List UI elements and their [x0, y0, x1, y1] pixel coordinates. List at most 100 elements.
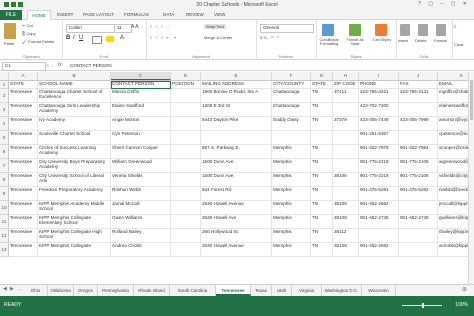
table-cell[interactable]: 38108 — [333, 201, 359, 215]
sheet-nav-next-icon[interactable]: ▶ — [10, 286, 14, 292]
table-cell[interactable]: Roshun Webb — [111, 187, 171, 201]
select-all-corner[interactable] — [0, 72, 9, 80]
table-cell[interactable]: Tennessee — [9, 187, 38, 201]
delete-cells-icon[interactable] — [418, 24, 428, 36]
zoom-level[interactable]: 100% — [455, 302, 468, 308]
row-header[interactable]: 8 — [0, 173, 9, 187]
table-cell[interactable]: 867 S. Parkway E. — [201, 145, 272, 159]
conditional-formatting-icon[interactable] — [322, 24, 334, 36]
table-cell[interactable]: Elaine Swafford — [111, 103, 171, 117]
table-cell[interactable]: Chattanooga — [272, 89, 311, 103]
table-cell[interactable]: 2530 Howell Avenue — [201, 243, 272, 257]
tab-file[interactable]: FILE — [0, 10, 22, 20]
table-cell[interactable] — [333, 159, 359, 173]
table-cell[interactable]: Tennessee — [9, 243, 38, 257]
table-cell[interactable]: KIPP Memphis Academy Middle School — [38, 201, 111, 215]
header-cell[interactable]: EMAIL — [438, 81, 468, 89]
sheet-tab[interactable]: Ohio — [24, 285, 48, 296]
table-cell[interactable]: 423-305-7999 — [399, 117, 438, 131]
table-cell[interactable] — [171, 159, 201, 173]
column-header[interactable]: D — [171, 72, 201, 80]
font-size-select[interactable]: 11 — [114, 24, 132, 33]
table-cell[interactable]: Veneta Shields — [111, 173, 171, 187]
table-cell[interactable]: 901-375-5281 — [359, 187, 399, 201]
table-cell[interactable]: Circles of Success Learning Academy — [38, 145, 111, 159]
bold-button[interactable]: B — [66, 35, 70, 41]
sheet-tab[interactable]: Rhode Island — [134, 285, 170, 296]
table-cell[interactable]: 901-775-2219 — [359, 159, 399, 173]
zoom-slider-knob[interactable] — [422, 303, 424, 308]
table-cell[interactable]: KIPP Memphis Collegiate Elementary Schoo… — [38, 215, 111, 229]
clear-button[interactable]: Clear — [454, 42, 464, 47]
tab-page-layout[interactable]: PAGE LAYOUT — [83, 12, 114, 17]
header-cell[interactable]: ZIP CODE — [333, 81, 359, 89]
table-cell[interactable]: 37411 — [333, 89, 359, 103]
table-cell[interactable]: elainesswafford@cgla.net — [438, 103, 468, 117]
table-cell[interactable]: Memphis — [272, 145, 311, 159]
table-cell[interactable]: 8443 Dayton Pike — [201, 117, 272, 131]
table-cell[interactable] — [399, 229, 438, 243]
table-cell[interactable]: 38106 — [333, 173, 359, 187]
spreadsheet-grid[interactable]: ABCDEFGHIJK 1 STATE SCHOOL NAME CONTACT PER… — [0, 72, 468, 284]
column-header[interactable]: G — [311, 72, 333, 80]
tab-data[interactable]: DATA — [163, 12, 174, 17]
format-button[interactable]: Format — [434, 38, 447, 43]
row-header[interactable]: 11 — [0, 215, 9, 229]
sheet-nav-more-icon[interactable]: … — [17, 286, 22, 292]
table-cell[interactable]: 901-322-7984 — [399, 145, 438, 159]
table-cell[interactable]: KIPP Memphis Collegiate — [38, 243, 111, 257]
table-cell[interactable]: mgriffin@chattanoogacharter.org — [438, 89, 468, 103]
table-cell[interactable]: TN — [311, 145, 333, 159]
table-cell[interactable]: 1500 Dunn Ave. — [201, 159, 272, 173]
table-cell[interactable] — [359, 229, 399, 243]
column-header[interactable]: F — [272, 72, 311, 80]
sheet-tab[interactable]: Utah — [272, 285, 292, 296]
table-cell[interactable]: Tennessee — [9, 159, 38, 173]
table-cell[interactable]: 2530 Howell Ave — [201, 215, 272, 229]
formula-input[interactable]: CONTACT PERSON — [70, 62, 470, 69]
table-cell[interactable] — [399, 103, 438, 117]
table-cell[interactable] — [171, 187, 201, 201]
table-cell[interactable]: jmccall@kippmemphis.org — [438, 201, 468, 215]
table-cell[interactable]: achobb@kippmemphis.org — [438, 243, 468, 257]
table-cell[interactable]: 901-375-5282 — [399, 187, 438, 201]
copy-button[interactable]: ⎘ Copy — [22, 31, 36, 36]
table-cell[interactable]: TN — [311, 187, 333, 201]
table-cell[interactable]: Jamal McCall — [111, 201, 171, 215]
table-cell[interactable]: Rolland Bailey — [111, 229, 171, 243]
table-cell[interactable]: TN — [311, 243, 333, 257]
header-cell[interactable]: PHONE — [359, 81, 399, 89]
table-cell[interactable]: 901-322-7978 — [359, 145, 399, 159]
column-header[interactable]: I — [359, 72, 399, 80]
table-cell[interactable] — [311, 131, 333, 145]
sheet-tab[interactable]: South Carolina — [170, 285, 216, 296]
sheet-tab[interactable]: Virginia — [292, 285, 322, 296]
insert-button[interactable]: Insert — [398, 38, 408, 43]
table-cell[interactable]: cpeterson@soulsvillecs.org — [438, 131, 468, 145]
table-cell[interactable]: Angie Morton — [111, 117, 171, 131]
table-cell[interactable] — [171, 173, 201, 187]
row-header[interactable]: 7 — [0, 159, 9, 173]
table-cell[interactable]: Tennessee — [9, 201, 38, 215]
row-header[interactable]: 9 — [0, 187, 9, 201]
table-cell[interactable]: Chattanooga Charter School of Excellence — [38, 89, 111, 103]
column-header[interactable]: A — [9, 72, 38, 80]
table-cell[interactable]: Marcia Griffin — [111, 89, 171, 103]
cell-styles-icon[interactable] — [375, 24, 387, 36]
sheet-tab[interactable]: Wisconsin — [362, 285, 396, 296]
table-cell[interactable] — [171, 229, 201, 243]
borders-icon[interactable] — [92, 36, 102, 44]
paste-button[interactable]: Paste — [4, 41, 14, 46]
table-cell[interactable]: Tennessee — [9, 215, 38, 229]
tab-insert[interactable]: INSERT — [57, 12, 73, 17]
header-cell[interactable]: FAX — [399, 81, 438, 89]
header-cell[interactable]: STATE — [311, 81, 333, 89]
sheet-tab[interactable]: Washington D.C. — [322, 285, 362, 296]
table-cell[interactable]: 38108 — [333, 215, 359, 229]
table-cell[interactable]: TN — [311, 173, 333, 187]
cancel-enter-icons[interactable]: ✕ ✓ — [46, 63, 54, 68]
fx-icon[interactable]: fx — [58, 62, 62, 68]
cell-styles-button[interactable]: Cell Styles — [371, 38, 393, 42]
table-cell[interactable]: 901-775-2219 — [359, 173, 399, 187]
format-cells-icon[interactable] — [436, 24, 446, 36]
